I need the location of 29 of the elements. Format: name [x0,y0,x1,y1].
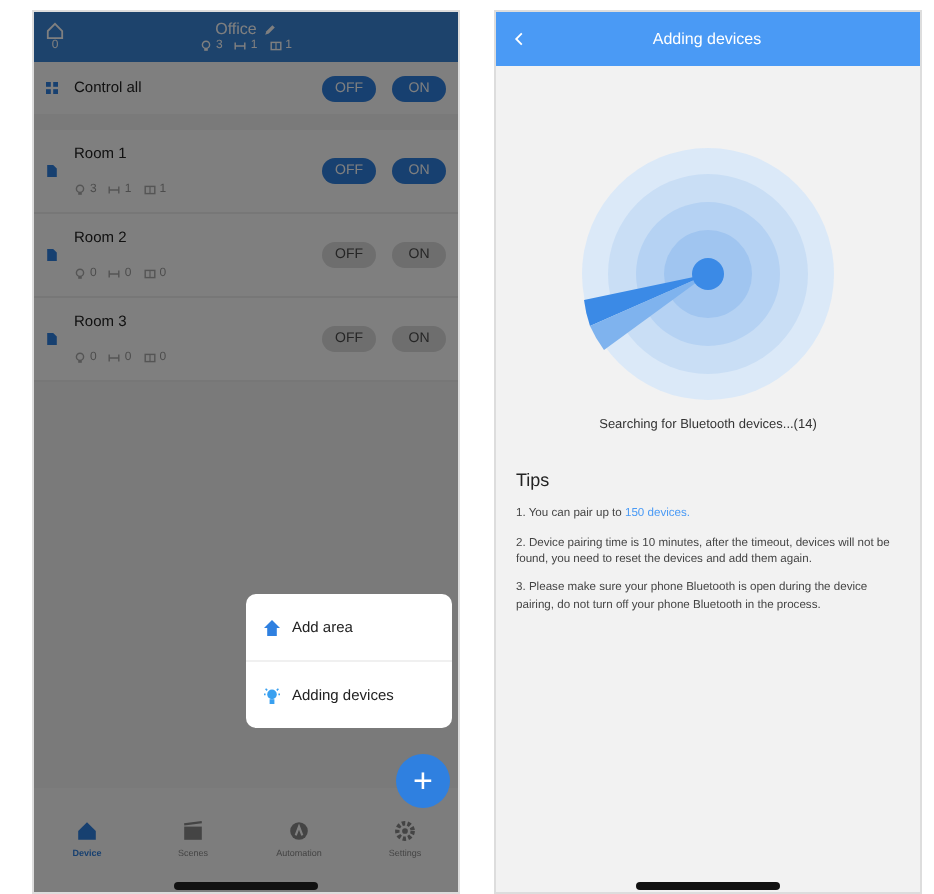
room-icon [46,164,58,178]
back-icon [512,32,526,46]
tips-heading: Tips [516,467,552,494]
pencil-icon [264,24,277,37]
bulb-icon [74,184,86,197]
circle-icon [288,819,310,842]
clapperboard-icon [182,819,204,842]
home-indicator [174,882,318,890]
settings-icon [394,819,416,842]
bulb-icon [264,687,280,703]
panel-icon [143,268,156,281]
room-icon [46,248,58,262]
bulb-icon [199,39,212,52]
connector-icon [108,352,121,365]
panel-icon [143,352,156,365]
room-icon [46,332,58,346]
home-icon [46,22,64,40]
panel-icon [269,39,282,52]
home-indicator [636,882,780,890]
connector-icon [234,39,247,52]
connector-icon [108,184,121,197]
bulb-icon [74,352,86,365]
connector-icon [108,268,121,281]
add-button[interactable]: + [396,754,450,808]
grid-icon [46,82,58,94]
header-title: Office [215,21,257,39]
bulb-icon [74,268,86,281]
panel-icon [143,184,156,197]
screen-title: Adding devices [650,27,764,51]
